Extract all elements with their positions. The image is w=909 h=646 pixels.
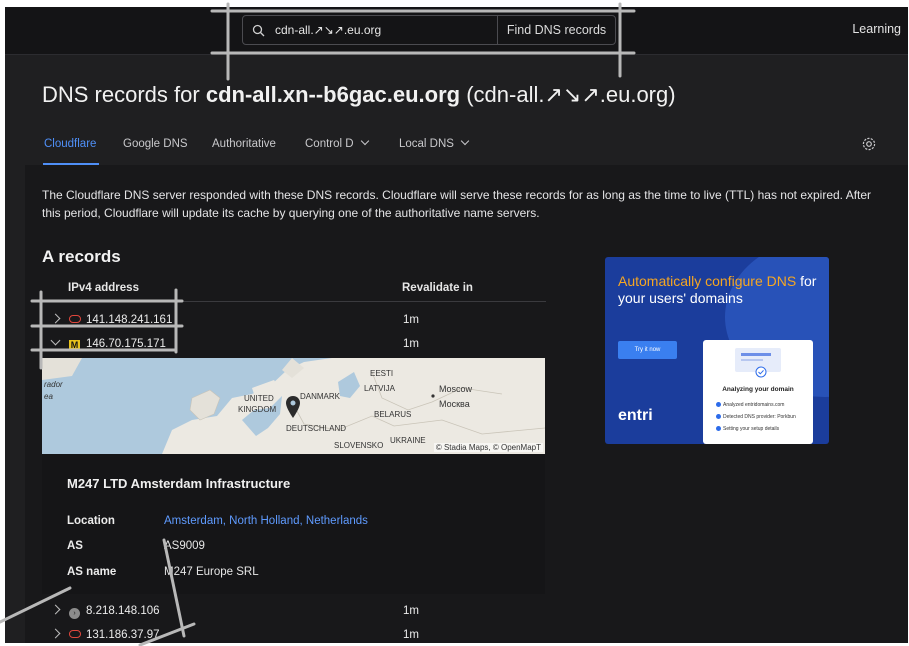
resolver-tabs: Cloudflare Google DNS Authoritative Cont… (25, 129, 908, 165)
ad-headline-highlight: Automatically configure DNS (618, 273, 797, 289)
as-name-value: M247 Europe SRL (164, 566, 259, 578)
as-name-label: AS name (67, 566, 117, 578)
revalidate-value: 1m (403, 338, 419, 350)
title-domain: cdn-all.xn--b6gac.eu.org (205, 82, 461, 107)
location-map[interactable]: rador ea EESTI LATVIJA Moscow Москва UNI… (42, 358, 545, 454)
map-label: LATVIJA (364, 384, 395, 393)
chevron-down-icon[interactable] (50, 335, 61, 346)
table-row[interactable]: 141.148.241.161 1m (42, 309, 546, 333)
search-input[interactable]: cdn-all.↗↘↗.eu.org (273, 23, 497, 37)
tab-local-dns-label: Local DNS (399, 138, 454, 150)
chevron-down-icon (360, 136, 369, 146)
a-records-heading: A records (42, 247, 121, 266)
map-label: UNITED (244, 394, 274, 403)
table-row[interactable]: 131.186.37.97 1m (42, 624, 546, 643)
oracle-icon (69, 630, 81, 642)
tab-local-dns[interactable]: Local DNS (399, 136, 470, 150)
ip-address: 146.70.175.171 (86, 338, 166, 350)
header-divider (42, 301, 546, 302)
search-box: cdn-all.↗↘↗.eu.org Find DNS records (242, 15, 616, 45)
page-title: DNS records for cdn-all.xn--b6gac.eu.org… (42, 82, 676, 108)
search-icon (243, 16, 273, 44)
as-label: AS (67, 540, 83, 552)
map-label: SLOVENSKO (334, 441, 384, 450)
map-label: Москва (439, 399, 470, 409)
title-prefix: DNS records for (42, 82, 206, 107)
ad-preview-card: Analyzing your domain Analyzed entridoma… (703, 340, 813, 444)
map-label: ea (44, 392, 53, 401)
chevron-right-icon[interactable] (50, 313, 61, 324)
location-link[interactable]: Amsterdam, North Holland, Netherlands (164, 515, 368, 527)
learning-link[interactable]: Learning (852, 22, 901, 36)
ad-headline: Automatically configure DNS for your use… (618, 273, 829, 307)
revalidate-value: 1m (403, 605, 419, 617)
map-label: EESTI (370, 369, 394, 378)
ip-detail-card: M247 LTD Amsterdam Infrastructure Locati… (42, 454, 545, 594)
ip-address: 131.186.37.97 (86, 629, 160, 641)
description: The Cloudflare DNS server responded with… (42, 188, 872, 220)
oracle-icon (69, 315, 81, 327)
entri-advertisement[interactable]: Automatically configure DNS for your use… (605, 257, 829, 444)
chevron-down-icon (460, 136, 470, 146)
map-attribution[interactable]: © Stadia Maps, © OpenMapT (433, 443, 543, 452)
map-pin-icon (286, 396, 300, 423)
ip-address: 141.148.241.161 (86, 314, 173, 326)
map-label: UKRAINE (390, 436, 426, 445)
results-panel: The Cloudflare DNS server responded with… (25, 165, 908, 643)
as-value: AS9009 (164, 540, 205, 552)
tab-control-d-label: Control D (305, 138, 354, 150)
app-window: cdn-all.↗↘↗.eu.org Find DNS records Lear… (5, 7, 908, 643)
tab-control-d[interactable]: Control D (305, 136, 369, 150)
ad-try-button[interactable]: Try it now (618, 341, 677, 359)
detail-title: M247 LTD Amsterdam Infrastructure (67, 476, 291, 491)
chevron-right-icon[interactable] (50, 628, 61, 639)
m247-icon: M (69, 340, 80, 351)
column-ipv4: IPv4 address (68, 282, 139, 294)
map-label: Moscow (439, 384, 473, 394)
map-label: BELARUS (374, 410, 412, 419)
check-icon (716, 426, 721, 431)
find-dns-records-button[interactable]: Find DNS records (497, 16, 615, 44)
map-label: KINGDOM (238, 405, 277, 414)
check-icon (716, 414, 721, 419)
chevron-right-icon[interactable] (50, 604, 61, 615)
revalidate-value: 1m (403, 314, 419, 326)
ad-card-item: Analyzed entridomains.com (723, 402, 785, 408)
gear-icon[interactable] (861, 136, 877, 152)
check-icon (716, 402, 721, 407)
top-bar: cdn-all.↗↘↗.eu.org Find DNS records Lear… (5, 7, 908, 55)
ad-card-item: Detected DNS provider: Porkbun (723, 414, 796, 420)
map-label: DANMARK (300, 392, 341, 401)
ip-address: 8.218.148.106 (86, 605, 160, 617)
table-row[interactable]: › 8.218.148.106 1m (42, 600, 546, 624)
location-label: Location (67, 515, 115, 527)
table-row[interactable]: M 146.70.175.171 1m (42, 333, 546, 357)
map-label: DEUTSCHLAND (286, 424, 347, 433)
revalidate-value: 1m (403, 629, 419, 641)
ad-card-item: Setting your setup details (723, 426, 780, 432)
alibaba-icon: › (69, 606, 80, 619)
map-label: rador (44, 380, 63, 389)
title-unicode: (cdn-all.↗↘↗.eu.org) (460, 82, 676, 107)
column-revalidate: Revalidate in (402, 282, 473, 294)
tab-google-dns[interactable]: Google DNS (123, 138, 188, 150)
ad-card-title: Analyzing your domain (722, 386, 794, 393)
tab-cloudflare[interactable]: Cloudflare (44, 138, 96, 150)
tab-authoritative[interactable]: Authoritative (212, 138, 276, 150)
entri-logo: entri (618, 407, 653, 424)
